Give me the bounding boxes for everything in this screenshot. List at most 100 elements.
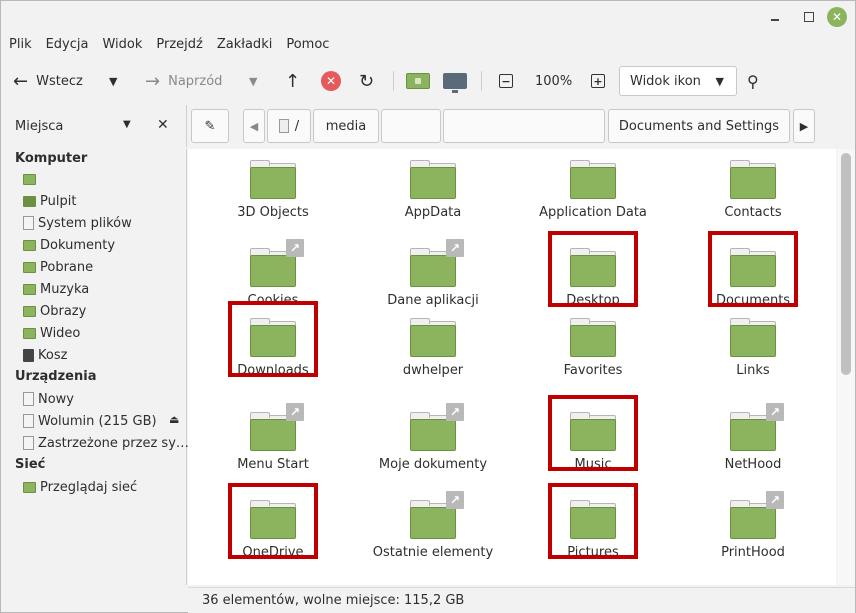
- edit-location-button[interactable]: ✎: [191, 109, 229, 143]
- highlight-box: [228, 483, 318, 559]
- close-icon[interactable]: ✕: [827, 7, 847, 27]
- menu-help[interactable]: Pomoc: [286, 33, 329, 57]
- sidebar-item-music[interactable]: Muzyka: [23, 279, 89, 299]
- forward-history-dropdown[interactable]: ▼: [249, 63, 257, 99]
- folder-item[interactable]: ↗ PrintHood: [678, 489, 828, 569]
- folder-item[interactable]: ↗ Ostatnie elementy: [358, 489, 508, 569]
- sidebar-item-videos[interactable]: Wideo: [23, 323, 80, 343]
- drive-icon: [278, 119, 289, 133]
- symlink-arrow-icon: ↗: [286, 239, 304, 257]
- arrow-left-icon: ←: [13, 70, 29, 92]
- sidebar-item-device[interactable]: Zastrzeżone przez sy…: [23, 433, 189, 453]
- menu-view[interactable]: Widok: [102, 33, 142, 57]
- highlight-box: [548, 483, 638, 559]
- zoom-in-button[interactable]: +: [591, 63, 605, 99]
- folder-icon: [570, 160, 616, 199]
- stop-icon: ✕: [321, 71, 341, 91]
- sidebar-item-trash[interactable]: Kosz: [23, 345, 67, 365]
- sidebar-title: Miejsca: [15, 118, 64, 134]
- back-button[interactable]: ← Wstecz: [13, 63, 83, 99]
- folder-item[interactable]: Links: [678, 313, 828, 393]
- folder-item[interactable]: ↗ Menu Start: [198, 401, 348, 481]
- chevron-down-icon: ▼: [109, 74, 118, 88]
- close-sidebar-icon[interactable]: ✕: [157, 117, 169, 133]
- arrow-up-icon: ↑: [285, 70, 301, 92]
- computer-icon: [443, 73, 467, 93]
- folder-item[interactable]: ↗ NetHood: [678, 401, 828, 481]
- folder-item[interactable]: AppData: [358, 149, 508, 229]
- sidebar-header: Miejsca ▼ ✕: [1, 105, 187, 147]
- menu-file[interactable]: Plik: [9, 33, 32, 57]
- folder-item[interactable]: Music: [518, 395, 668, 481]
- folder-item[interactable]: ↗ Moje dokumenty: [358, 401, 508, 481]
- search-icon: ⚲: [747, 71, 759, 91]
- up-button[interactable]: ↑: [285, 63, 300, 99]
- pencil-icon: ✎: [204, 118, 216, 134]
- sidebar-item-desktop[interactable]: Pulpit: [23, 191, 76, 211]
- view-mode-select[interactable]: Widok ikon ▼: [619, 66, 737, 96]
- menu-bookmarks[interactable]: Zakładki: [217, 33, 272, 57]
- status-bar: 36 elementów, wolne miejsce: 115,2 GB: [188, 587, 855, 613]
- reload-button[interactable]: ↻: [359, 63, 374, 99]
- music-folder-icon: [23, 283, 36, 295]
- sidebar-item-documents[interactable]: Dokumenty: [23, 235, 115, 255]
- maximize-icon[interactable]: [799, 7, 819, 27]
- sidebar-item-device[interactable]: Wolumin (215 GB): [23, 411, 157, 431]
- folder-item[interactable]: dwhelper: [358, 313, 508, 393]
- folder-item[interactable]: Favorites: [518, 313, 668, 393]
- drive-icon: [23, 392, 34, 406]
- highlight-box: [708, 231, 798, 307]
- folder-item[interactable]: Documents: [678, 231, 828, 317]
- forward-button[interactable]: → Naprzód: [145, 63, 222, 99]
- sidebar-item-device[interactable]: Nowy: [23, 389, 74, 409]
- zoom-level: 100%: [535, 73, 573, 89]
- stop-button[interactable]: ✕: [321, 63, 341, 99]
- folder-label: Links: [736, 363, 770, 378]
- menu-go[interactable]: Przejdź: [156, 33, 202, 57]
- menu-edit[interactable]: Edycja: [46, 33, 89, 57]
- breadcrumb-scroll-left[interactable]: ◀: [243, 109, 265, 143]
- sidebar-item-label: Muzyka: [40, 281, 90, 297]
- breadcrumb-item[interactable]: [381, 109, 441, 143]
- toolbar-separator: [393, 71, 394, 91]
- drive-icon: [23, 414, 34, 428]
- sidebar-item-label: System plików: [38, 215, 132, 231]
- desktop-icon: [23, 195, 36, 207]
- scrollbar-thumb[interactable]: [841, 153, 851, 375]
- folder-item[interactable]: ↗ Dane aplikacji: [358, 237, 508, 317]
- folder-item[interactable]: Contacts: [678, 149, 828, 229]
- computer-button[interactable]: [443, 63, 467, 99]
- sidebar-item-browse-network[interactable]: Przeglądaj sieć: [23, 477, 137, 497]
- home-folder-icon: [406, 73, 430, 89]
- eject-icon[interactable]: ⏏: [169, 413, 179, 426]
- breadcrumb-root[interactable]: /: [267, 109, 311, 143]
- sidebar-item-label: Nowy: [38, 391, 75, 407]
- search-button[interactable]: ⚲: [747, 63, 759, 99]
- sidebar-mode-dropdown[interactable]: ▼: [123, 119, 131, 130]
- back-history-dropdown[interactable]: ▼: [109, 63, 117, 99]
- folder-item[interactable]: OneDrive: [198, 483, 348, 569]
- folder-item[interactable]: Downloads: [198, 301, 348, 393]
- sidebar-item-filesystem[interactable]: System plików: [23, 213, 132, 233]
- minimize-icon[interactable]: [765, 7, 785, 27]
- zoom-out-button[interactable]: −: [499, 63, 513, 99]
- folder-item[interactable]: Application Data: [518, 149, 668, 229]
- breadcrumb-media[interactable]: media: [313, 109, 379, 143]
- home-button[interactable]: [406, 63, 430, 99]
- sidebar-item-home[interactable]: [23, 169, 40, 189]
- breadcrumb-current-label: Documents and Settings: [618, 118, 780, 134]
- sidebar-item-downloads[interactable]: Pobrane: [23, 257, 93, 277]
- folder-item[interactable]: Pictures: [518, 483, 668, 569]
- chevron-left-icon: ◀: [249, 119, 259, 133]
- breadcrumb-scroll-right[interactable]: ▶: [793, 109, 815, 143]
- breadcrumb-item[interactable]: [443, 109, 605, 143]
- forward-label: Naprzód: [168, 73, 223, 89]
- title-bar: ✕: [1, 1, 855, 33]
- breadcrumb-documents-and-settings[interactable]: Documents and Settings: [608, 109, 790, 143]
- toolbar-separator: [481, 71, 482, 91]
- folder-item[interactable]: Desktop: [518, 231, 668, 317]
- folder-icon: [410, 160, 456, 199]
- folder-item[interactable]: 3D Objects: [198, 149, 348, 229]
- content-scrollbar[interactable]: [837, 149, 855, 585]
- sidebar-item-pictures[interactable]: Obrazy: [23, 301, 86, 321]
